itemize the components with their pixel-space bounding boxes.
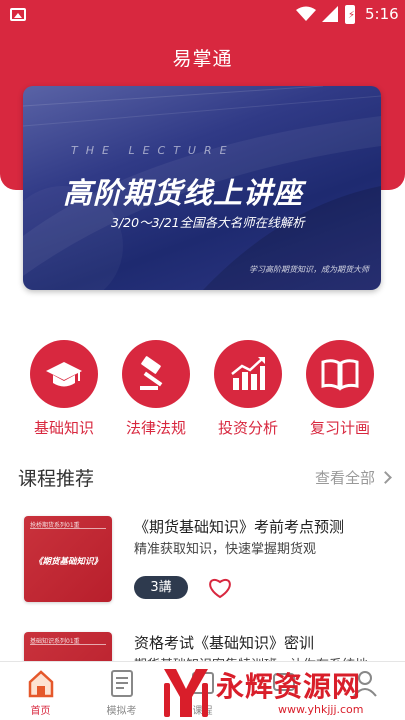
quick-nav: 基础知识 法律法规 投资分析 复习计画 — [0, 340, 405, 440]
banner-slogan: 学习高阶期货知识，成为期货大师 — [249, 265, 369, 274]
favorite-heart-icon[interactable] — [208, 577, 232, 599]
nav-laws[interactable]: 法律法规 — [110, 340, 202, 438]
banner-tagline: THE LECTURE — [71, 144, 235, 157]
banner-subtitle: 3/20～3/21全国各大名师在线解析 — [111, 215, 305, 230]
watermark-text: 永辉资源网 — [216, 670, 362, 703]
see-all-link[interactable]: 查看全部 — [314, 467, 392, 488]
tab-label: 模拟考 — [106, 706, 137, 717]
banner-headline: 高阶期货线上讲座 — [63, 176, 304, 210]
tab-home[interactable]: 首页 — [0, 662, 81, 720]
lesson-count-badge: 3講 — [134, 576, 188, 599]
nav-basic-knowledge[interactable]: 基础知识 — [18, 340, 110, 438]
signal-icon — [322, 6, 338, 22]
course-thumbnail: 抢桥期货系列01重 《期货基础知识》 — [24, 516, 112, 602]
nav-circle — [30, 340, 98, 408]
exam-icon — [111, 670, 133, 697]
nav-label: 基础知识 — [33, 419, 94, 437]
tab-label: 首页 — [30, 706, 51, 717]
section-title: 课程推荐 — [18, 468, 95, 490]
chevron-right-icon — [379, 471, 392, 484]
nav-review-plan[interactable]: 复习计画 — [294, 340, 386, 438]
nav-circle — [306, 340, 374, 408]
status-bar: ⚡ 5:16 — [0, 0, 405, 30]
thumbnail-divider — [30, 528, 106, 529]
battery-icon: ⚡ — [345, 5, 355, 24]
nav-label: 投资分析 — [217, 419, 278, 437]
nav-label: 法律法规 — [125, 419, 186, 437]
course-title: 资格考试《基础知识》密训 — [134, 634, 315, 652]
see-all-label: 查看全部 — [314, 469, 375, 487]
nav-circle — [214, 340, 282, 408]
nav-label: 复习计画 — [309, 419, 370, 437]
watermark: 永辉资源网 www.yhkjjj.com — [160, 663, 405, 720]
watermark-url: www.yhkjjj.com — [278, 703, 364, 716]
graduation-cap-icon — [46, 362, 82, 387]
app-title: 易掌通 — [172, 48, 233, 70]
status-time: 5:16 — [365, 5, 399, 23]
course-title: 《期货基础知识》考前考点预测 — [134, 518, 345, 536]
thumbnail-divider — [30, 644, 106, 645]
bar-chart-icon — [231, 357, 265, 390]
watermark-logo-icon — [164, 669, 208, 717]
course-description: 精准获取知识，快速掌握期货观 — [134, 542, 317, 557]
gavel-icon — [140, 356, 163, 390]
home-icon — [28, 670, 54, 698]
book-icon — [321, 359, 359, 391]
thumbnail-title: 《期货基础知识》 — [33, 557, 102, 567]
image-icon — [10, 8, 26, 21]
course-card[interactable]: 基础知识系列01重 资格考试《基础知识》密训 期货基础知识密集特训班，让你有系统… — [24, 632, 384, 718]
wifi-icon — [296, 6, 316, 21]
nav-circle — [122, 340, 190, 408]
course-card[interactable]: 抢桥期货系列01重 《期货基础知识》 《期货基础知识》考前考点预测 精准获取知识… — [24, 516, 384, 608]
course-recommend-header: 课程推荐 查看全部 — [18, 464, 392, 492]
promo-banner[interactable]: THE LECTURE 高阶期货线上讲座 3/20～3/21全国各大名师在线解析… — [23, 86, 381, 290]
tab-mock-exam[interactable]: 模拟考 — [81, 662, 162, 720]
nav-investment-analysis[interactable]: 投资分析 — [202, 340, 294, 438]
